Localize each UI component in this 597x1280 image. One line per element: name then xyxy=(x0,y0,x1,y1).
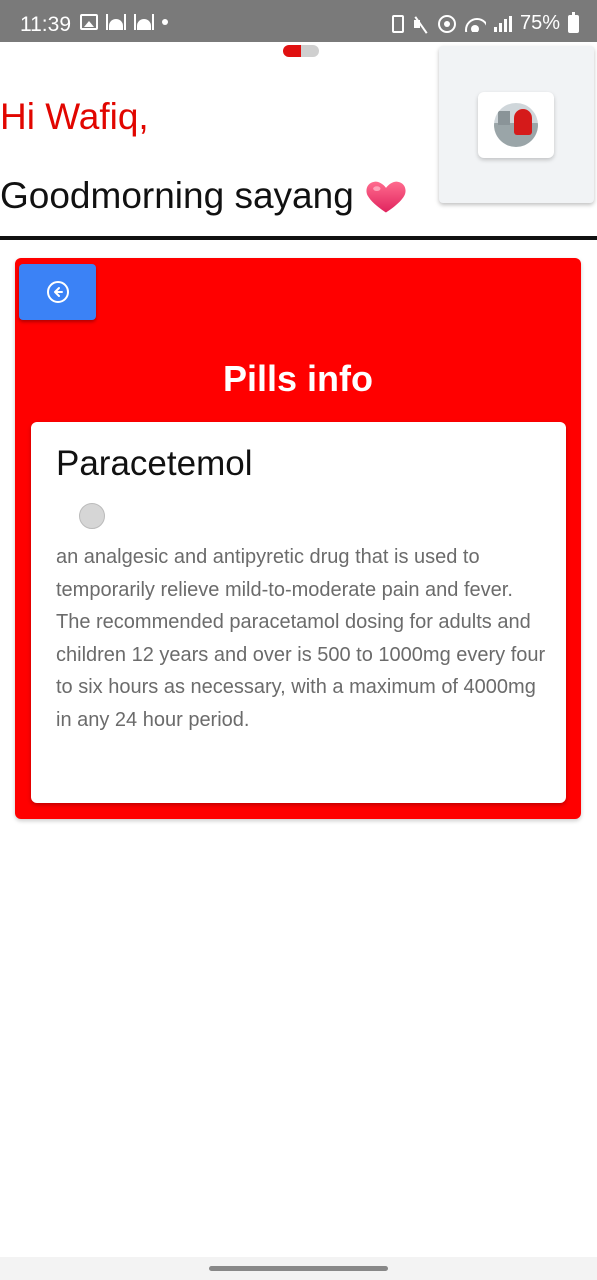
battery-percentage: 75% xyxy=(519,12,560,34)
notification-icons xyxy=(80,14,168,30)
greeting-name: Hi Wafiq, xyxy=(0,96,149,137)
mosque-icon xyxy=(134,14,154,30)
greeting-message-text: Goodmorning sayang xyxy=(0,175,354,216)
back-button[interactable] xyxy=(19,264,96,320)
system-icons: 75% xyxy=(391,11,579,35)
app-logo xyxy=(283,45,319,57)
pill-image xyxy=(79,503,105,529)
back-arrow-icon xyxy=(46,281,69,303)
mosque-icon xyxy=(106,14,126,30)
status-bar: 11:39 75% xyxy=(0,0,597,42)
signal-icon xyxy=(493,15,512,32)
pills-info-card: Pills info Paracetemol an analgesic and … xyxy=(15,258,581,819)
mute-icon xyxy=(412,15,430,33)
dot-icon xyxy=(162,19,168,25)
image-icon xyxy=(80,14,98,30)
avatar-button[interactable] xyxy=(478,92,554,158)
pill-name: Paracetemol xyxy=(56,444,253,483)
pill-detail-card: Paracetemol an analgesic and antipyretic… xyxy=(31,422,566,803)
page-title: Pills info xyxy=(222,358,373,399)
heart-icon xyxy=(366,181,406,213)
home-indicator[interactable] xyxy=(209,1266,388,1271)
vibrate-icon xyxy=(391,14,404,33)
navigation-bar xyxy=(0,1257,597,1280)
wifi-icon xyxy=(464,16,486,32)
status-time: 11:39 xyxy=(20,13,71,36)
pill-description: an analgesic and antipyretic drug that i… xyxy=(56,546,546,731)
greeting-message: Goodmorning sayang xyxy=(0,174,408,218)
hotspot-icon xyxy=(437,14,456,33)
avatar xyxy=(494,103,538,147)
header-divider xyxy=(0,236,597,240)
profile-panel xyxy=(439,46,594,203)
battery-icon xyxy=(568,11,579,33)
